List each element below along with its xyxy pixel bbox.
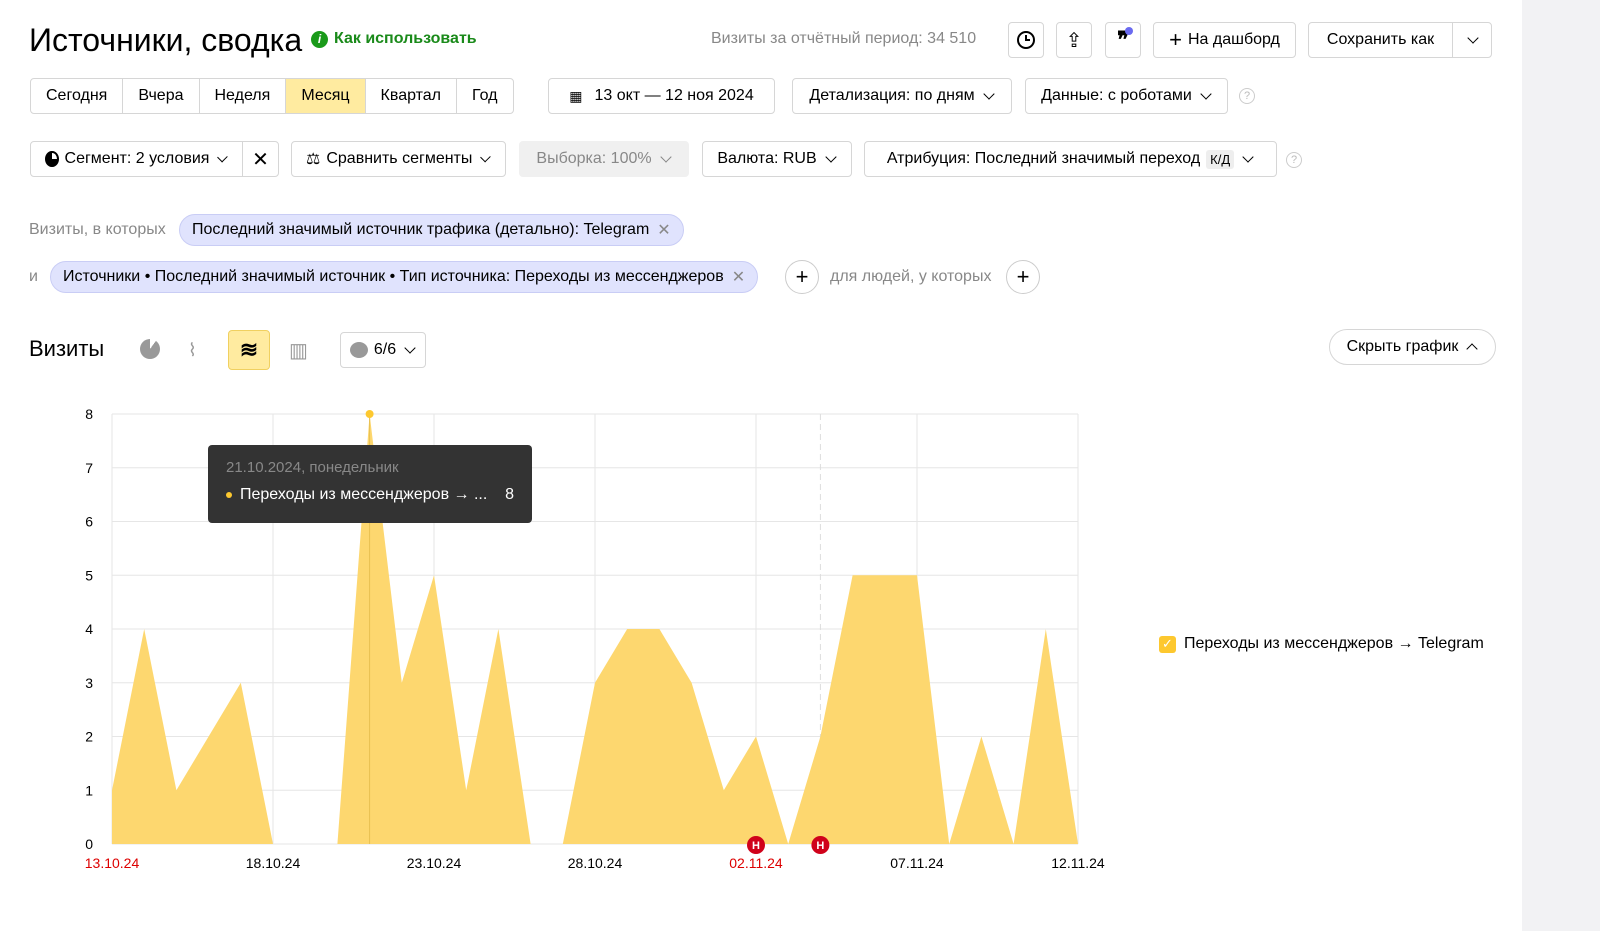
and-label: и <box>29 268 38 285</box>
x-tick-label: 02.11.24 <box>729 855 783 871</box>
clock-icon <box>1017 31 1035 49</box>
robots-dropdown[interactable]: Данные: с роботами <box>1025 78 1228 114</box>
annotation-label: Н <box>752 840 760 852</box>
chevron-down-icon <box>824 151 837 163</box>
series-dot <box>226 492 232 498</box>
detail-dropdown[interactable]: Детализация: по дням <box>792 78 1012 114</box>
x-tick-label: 12.11.24 <box>1051 855 1105 871</box>
help-icon[interactable]: ? <box>1286 152 1302 168</box>
y-tick-label: 8 <box>85 406 93 422</box>
clear-segment-button[interactable]: ✕ <box>242 141 279 177</box>
filter-chip-telegram[interactable]: Последний значимый источник трафика (дет… <box>179 214 684 246</box>
chevron-down-icon <box>217 151 228 163</box>
line-chart-icon[interactable]: ⌇ <box>188 340 212 360</box>
close-icon: ✕ <box>252 148 269 171</box>
close-icon[interactable]: ✕ <box>732 267 745 287</box>
page-scroll-area <box>1522 0 1600 931</box>
sample-dropdown[interactable]: Выборка: 100% <box>519 141 689 177</box>
series-selector[interactable]: 6/6 <box>340 332 426 368</box>
export-button[interactable]: ⇪ <box>1056 22 1092 58</box>
currency-dropdown[interactable]: Валюта: RUB <box>702 141 852 177</box>
add-people-condition-button[interactable]: + <box>1006 260 1040 294</box>
area-chart-icon[interactable]: ≋ <box>228 330 270 370</box>
chevron-up-icon <box>1466 343 1479 355</box>
filter-label: Визиты, в которых <box>29 221 166 238</box>
calendar-icon: ▦ <box>569 87 582 104</box>
annotation-label: Н <box>816 840 824 852</box>
compare-segments-dropdown[interactable]: ⚖ Сравнить сегменты <box>291 141 506 177</box>
hover-point <box>365 410 374 418</box>
tooltip-value: 8 <box>505 486 514 503</box>
chevron-down-icon <box>404 342 416 354</box>
how-to-link[interactable]: i Как использовать <box>311 30 477 48</box>
notification-dot <box>1125 27 1133 35</box>
legend-item[interactable]: ✓ Переходы из мессенджеров → Telegram <box>1159 635 1484 653</box>
share-icon: ⇪ <box>1065 29 1083 52</box>
chevron-down-icon <box>1200 88 1212 100</box>
period-week[interactable]: Неделя <box>200 79 287 113</box>
x-tick-label: 18.10.24 <box>246 855 301 871</box>
close-icon[interactable]: ✕ <box>657 220 670 240</box>
filter-chip-source-type[interactable]: Источники • Последний значимый источник … <box>50 261 759 293</box>
segment-dropdown[interactable]: Сегмент: 2 условия <box>30 141 243 177</box>
x-tick-label: 07.11.24 <box>890 855 944 871</box>
checkbox-checked-icon[interactable]: ✓ <box>1159 635 1176 653</box>
y-tick-label: 6 <box>85 514 93 530</box>
chevron-down-icon <box>1467 32 1479 44</box>
period-selector: Сегодня Вчера Неделя Месяц Квартал Год <box>30 78 514 114</box>
y-tick-label: 5 <box>85 567 93 583</box>
feedback-button[interactable]: ❞ <box>1105 22 1141 58</box>
plus-icon: + <box>1169 27 1182 52</box>
people-label: для людей, у которых <box>830 268 992 285</box>
info-icon: i <box>311 30 328 48</box>
bar-chart-icon[interactable]: ▥ <box>289 338 308 363</box>
y-tick-label: 3 <box>85 675 93 691</box>
period-year[interactable]: Год <box>457 79 512 113</box>
chevron-down-icon <box>659 151 672 163</box>
comment-icon <box>349 342 368 358</box>
tooltip-series: Переходы из мессенджеров → ... <box>240 486 488 503</box>
compare-icon: ⚖ <box>306 151 321 168</box>
save-as-dropdown[interactable] <box>1452 22 1492 58</box>
period-quarter[interactable]: Квартал <box>366 79 458 113</box>
attribution-badge: К/Д <box>1206 149 1235 169</box>
save-as-button[interactable]: Сохранить как <box>1308 22 1453 58</box>
chevron-down-icon <box>1242 151 1254 163</box>
period-month[interactable]: Месяц <box>286 79 366 113</box>
y-tick-label: 4 <box>85 621 93 637</box>
period-today[interactable]: Сегодня <box>31 79 124 113</box>
y-tick-label: 7 <box>85 460 93 476</box>
chart-title: Визиты <box>29 336 105 361</box>
y-tick-label: 0 <box>85 836 93 852</box>
tooltip-date: 21.10.2024, понедельник <box>226 459 399 476</box>
x-tick-label: 13.10.24 <box>85 855 140 871</box>
visits-period: Визиты за отчётный период: 34 510 <box>711 30 977 47</box>
visits-area-chart: 0 1 2 3 4 5 6 7 8 13.10.24 18.10.24 23.10.24 28.10.2… <box>85 406 1105 871</box>
chevron-down-icon <box>982 88 995 100</box>
x-tick-label: 28.10.24 <box>568 855 623 871</box>
history-button[interactable] <box>1008 22 1044 58</box>
period-yesterday[interactable]: Вчера <box>123 79 200 113</box>
plus-icon: + <box>1016 264 1030 289</box>
attribution-dropdown[interactable]: Атрибуция: Последний значимый переход К/Д <box>864 141 1277 177</box>
pie-icon <box>45 151 59 167</box>
chevron-down-icon <box>480 151 491 163</box>
y-tick-label: 2 <box>85 729 93 745</box>
y-tick-label: 1 <box>85 782 93 798</box>
pie-chart-icon[interactable] <box>140 339 160 359</box>
page-title: Источники, сводка <box>29 22 303 58</box>
plus-icon: + <box>795 264 809 289</box>
x-tick-label: 23.10.24 <box>407 855 462 871</box>
hide-chart-button[interactable]: Скрыть график <box>1329 329 1496 365</box>
help-icon[interactable]: ? <box>1239 88 1255 104</box>
chart-tooltip: 21.10.2024, понедельник Переходы из месс… <box>208 445 532 523</box>
date-range-picker[interactable]: ▦ 13 окт — 12 ноя 2024 <box>548 78 775 114</box>
add-visit-condition-button[interactable]: + <box>785 260 819 294</box>
to-dashboard-button[interactable]: + На дашборд <box>1153 22 1296 58</box>
